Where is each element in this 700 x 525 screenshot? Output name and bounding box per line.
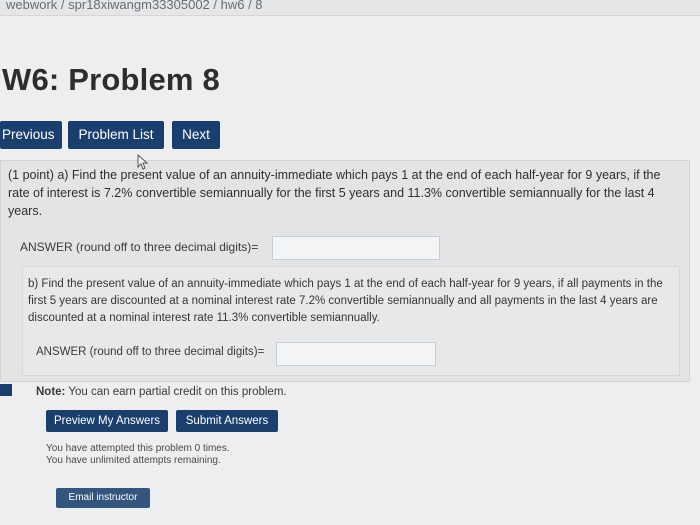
note-label: Note:: [36, 386, 66, 398]
problem-list-button[interactable]: Problem List: [68, 121, 164, 149]
note-text: You can earn partial credit on this prob…: [68, 386, 287, 398]
side-tab-marker: [0, 384, 12, 396]
preview-answers-button[interactable]: Preview My Answers: [46, 410, 168, 432]
breadcrumb[interactable]: webwork / spr18xiwangm33305002 / hw6 / 8: [0, 0, 700, 16]
part-b-question: b) Find the present value of an annuity-…: [28, 278, 663, 324]
email-instructor-button[interactable]: Email instructor: [56, 488, 150, 508]
part-b-answer-input[interactable]: [276, 342, 436, 366]
part-a-question: (1 point) a) Find the present value of a…: [8, 168, 661, 218]
mouse-cursor-icon: [137, 154, 149, 170]
partial-credit-note: Note: You can earn partial credit on thi…: [36, 386, 287, 398]
page-title: W6: Problem 8: [2, 62, 220, 97]
part-a-answer-label: ANSWER (round off to three decimal digit…: [20, 240, 259, 254]
previous-button[interactable]: Previous: [0, 121, 62, 149]
next-button[interactable]: Next: [172, 121, 220, 149]
part-b-answer-label: ANSWER (round off to three decimal digit…: [36, 346, 265, 358]
part-a-answer-input[interactable]: [272, 236, 440, 260]
attempts-made-text: You have attempted this problem 0 times.: [46, 443, 230, 454]
attempt-status: You have attempted this problem 0 times.…: [46, 443, 230, 467]
attempts-remaining-text: You have unlimited attempts remaining.: [46, 455, 221, 466]
submit-answers-button[interactable]: Submit Answers: [176, 410, 278, 432]
